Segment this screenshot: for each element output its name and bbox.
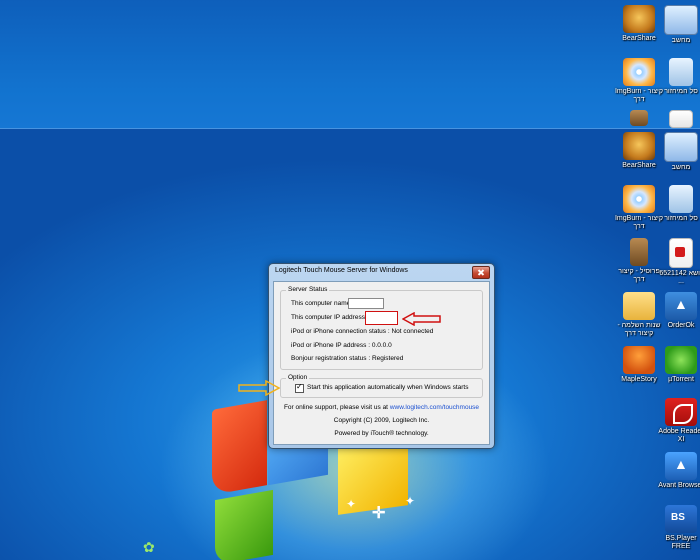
- device-ip-label: iPod or iPhone IP address : 0.0.0.0: [291, 342, 392, 349]
- close-button[interactable]: [472, 266, 490, 279]
- connection-status-label: iPod or iPhone connection status : Not c…: [291, 328, 433, 335]
- autostart-label[interactable]: Start this application automatically whe…: [307, 384, 469, 391]
- copyright-text: Copyright (C) 2009, Logitech Inc.: [333, 417, 430, 424]
- orderok-icon: [665, 292, 697, 320]
- desktop-icon-label: מחשב: [671, 37, 691, 44]
- connection-status-value: Not connected: [391, 328, 434, 335]
- sparkle-icon: ✦: [346, 497, 357, 511]
- desktop-icon-adobe-reader[interactable]: Adobe Reader XI: [656, 398, 700, 444]
- windows-logo-green-pane: [215, 489, 273, 560]
- desktop-icon-label: Adobe Reader XI: [658, 428, 700, 443]
- device-ip-value: 0.0.0.0: [371, 342, 392, 349]
- desktop-icon-avant-browser[interactable]: Avant Browser: [656, 452, 700, 490]
- desktop-icon-utorrent[interactable]: µTorrent: [656, 346, 700, 384]
- computer-name-value: [348, 298, 384, 309]
- support-line: For online support, please visit us at w…: [274, 404, 489, 411]
- bearshare-icon: [623, 5, 655, 33]
- adobe-reader-icon: [665, 398, 697, 426]
- touch-mouse-server-dialog: Logitech Touch Mouse Server for Windows …: [268, 263, 495, 449]
- computer-name-label: This computer name :: [291, 300, 354, 307]
- device-ip-label-text: iPod or iPhone IP address :: [291, 342, 371, 349]
- desktop-icon-computer[interactable]: מחשב: [656, 132, 700, 172]
- desktop-icon-partial: [656, 110, 700, 130]
- recycle-bin-icon: [669, 58, 693, 86]
- file-icon: [669, 110, 693, 128]
- server-status-group: Server Status This computer name : This …: [280, 286, 483, 370]
- support-text: For online support, please visit us at: [283, 404, 388, 411]
- desktop-icon-label: סל המיחזור: [664, 88, 698, 95]
- folder-icon: [623, 292, 655, 320]
- desktop-icon-bsplayer[interactable]: BS.Player FREE: [656, 505, 700, 551]
- desktop-icon-label: Avant Browser: [658, 482, 700, 489]
- bonjour-status-value: Registered: [371, 355, 404, 362]
- connection-status-label-text: iPod or iPhone connection status :: [291, 328, 390, 335]
- option-legend: Option: [286, 374, 310, 381]
- desktop-icon-recycle-bin[interactable]: סל המיחזור: [656, 58, 700, 96]
- recycle-bin-icon: [669, 185, 693, 213]
- desktop-upper-band: [0, 0, 700, 129]
- ip-address-label: This computer IP address :: [291, 314, 369, 321]
- mouse-cursor-icon: ✛: [372, 505, 386, 522]
- desktop-icon-label: BS.Player FREE: [665, 535, 697, 550]
- orange-annotation-arrow-icon: [238, 380, 280, 396]
- bearshare-icon: [623, 132, 655, 160]
- desktop-icon-orderok[interactable]: OrderOk: [656, 292, 700, 330]
- powered-by-text: Powered by iTouch® technology.: [334, 430, 429, 437]
- imgburn-icon: [623, 58, 655, 86]
- option-group: Option Start this application automatica…: [280, 374, 483, 398]
- support-link[interactable]: www.logitech.com/touchmouse: [390, 404, 479, 411]
- sparkle-icon: ✦: [405, 494, 416, 508]
- red-annotation-arrow-icon: [402, 312, 441, 326]
- windows-logo-red-pane: [212, 400, 267, 495]
- desktop-icon-pdf[interactable]: נושא 6521142 ...: [656, 238, 700, 286]
- autostart-checkbox[interactable]: [295, 382, 304, 393]
- bonjour-status-label-text: Bonjour registration status :: [291, 355, 371, 362]
- imgburn-icon: [623, 185, 655, 213]
- desktop-icon-label: מחשב: [671, 164, 691, 171]
- desktop-icon-label: נושא 6521142 ...: [659, 270, 700, 285]
- desktop-icon-label: µTorrent: [668, 376, 694, 383]
- dialog-title: Logitech Touch Mouse Server for Windows: [275, 267, 408, 274]
- computer-icon: [664, 5, 698, 35]
- shortcut-icon: [630, 110, 648, 126]
- ip-address-value: [365, 311, 398, 325]
- utorrent-icon: [665, 346, 697, 374]
- desktop-icon-label: OrderOk: [667, 322, 695, 329]
- desktop-icon-recycle-bin[interactable]: סל המיחזור: [656, 185, 700, 223]
- desktop-icon-computer[interactable]: מחשב: [656, 5, 700, 45]
- computer-icon: [664, 132, 698, 162]
- pdf-icon: [669, 238, 693, 268]
- shortcut-icon: [630, 238, 648, 266]
- desktop-icon-label: סל המיחזור: [664, 215, 698, 222]
- dialog-client-area: Server Status This computer name : This …: [273, 281, 490, 445]
- bonjour-status-label: Bonjour registration status : Registered: [291, 355, 403, 362]
- dialog-title-bar[interactable]: Logitech Touch Mouse Server for Windows: [269, 264, 494, 280]
- avant-browser-icon: [665, 452, 697, 480]
- bsplayer-icon: [665, 505, 697, 533]
- maplestory-icon: [623, 346, 655, 374]
- server-status-legend: Server Status: [286, 286, 330, 293]
- sparkle-icon: ✿: [143, 539, 155, 555]
